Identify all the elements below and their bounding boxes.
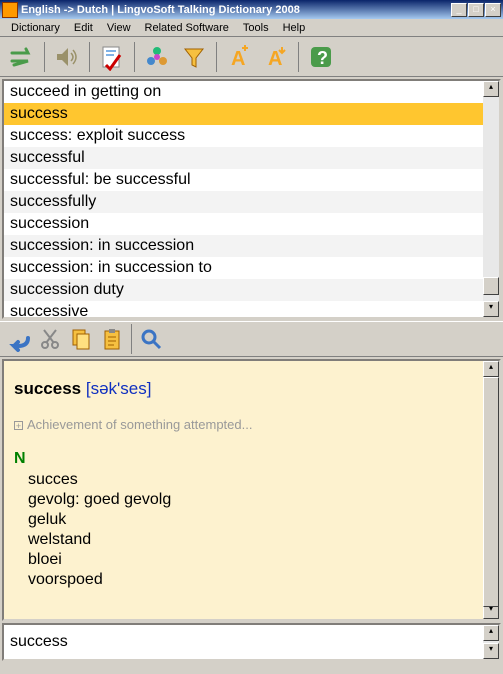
translation: bloei (28, 550, 473, 570)
title-bar: English -> Dutch | LingvoSoft Talking Di… (0, 0, 503, 19)
scroll-up-button[interactable]: ▴ (483, 81, 499, 97)
wordlist[interactable]: succeed in getting on success success: e… (4, 81, 483, 317)
wordlist-item[interactable]: successive (4, 301, 483, 317)
back-button[interactable] (4, 324, 34, 354)
wordlist-item[interactable]: succession: in succession (4, 235, 483, 257)
minimize-button[interactable]: _ (451, 3, 467, 17)
search-button[interactable] (136, 324, 166, 354)
headword: success (14, 379, 81, 398)
synonyms-icon (143, 43, 171, 71)
filter-button[interactable] (176, 40, 212, 74)
reverse-icon (8, 43, 36, 71)
scroll-track[interactable] (483, 377, 499, 603)
search-input[interactable] (4, 625, 483, 659)
menu-bar: Dictionary Edit View Related Software To… (0, 19, 503, 37)
back-arrow-icon (6, 326, 32, 352)
scroll-down-button[interactable]: ▾ (483, 301, 499, 317)
window-buttons: _ □ × (451, 3, 501, 17)
edit-toolbar (0, 321, 503, 357)
wordlist-item[interactable]: successfully (4, 191, 483, 213)
scroll-up-button[interactable]: ▴ (483, 361, 499, 377)
translation: succes (28, 470, 473, 490)
wordlist-item[interactable]: succession duty (4, 279, 483, 301)
copy-button[interactable] (66, 324, 96, 354)
svg-text:A: A (231, 48, 245, 70)
scroll-track[interactable] (483, 97, 499, 301)
copy-icon (69, 327, 93, 351)
fontsize-a-button[interactable]: A (221, 40, 257, 74)
wordlist-item[interactable]: successful (4, 147, 483, 169)
svg-text:?: ? (317, 48, 328, 68)
translation: gevolg: goed gevolg (28, 490, 473, 510)
maximize-button[interactable]: □ (468, 3, 484, 17)
definition-panel: success [sək'ses] + Achievement of someth… (2, 359, 501, 621)
paste-button[interactable] (97, 324, 127, 354)
wordlist-item[interactable]: succeed in getting on (4, 81, 483, 103)
wordlist-item[interactable]: success: exploit success (4, 125, 483, 147)
gloss-text: Achievement of something attempted... (27, 417, 252, 432)
menu-dictionary[interactable]: Dictionary (4, 21, 67, 35)
main-toolbar: A A ? (0, 37, 503, 77)
menu-related-software[interactable]: Related Software (138, 21, 236, 35)
app-icon (2, 2, 18, 18)
magnifier-icon (139, 327, 163, 351)
reverse-button[interactable] (4, 40, 40, 74)
toolbar-separator (89, 42, 90, 72)
close-button[interactable]: × (485, 3, 501, 17)
help-button[interactable]: ? (303, 40, 339, 74)
search-scrollbar[interactable]: ▴ ▾ (483, 625, 499, 659)
menu-edit[interactable]: Edit (67, 21, 100, 35)
speaker-icon (53, 43, 81, 71)
scroll-down-button[interactable]: ▾ (483, 643, 499, 659)
part-of-speech: N (14, 450, 473, 468)
wordlist-item[interactable]: succession (4, 213, 483, 235)
translation: voorspoed (28, 570, 473, 590)
toolbar-separator (216, 42, 217, 72)
menu-help[interactable]: Help (276, 21, 313, 35)
translation: welstand (28, 530, 473, 550)
font-decrease-icon: A (262, 43, 290, 71)
search-panel: ▴ ▾ (2, 623, 501, 661)
spellcheck-button[interactable] (94, 40, 130, 74)
wordlist-panel: succeed in getting on success success: e… (2, 79, 501, 319)
scroll-thumb[interactable] (483, 377, 499, 607)
definition-content: success [sək'ses] + Achievement of someth… (4, 361, 483, 619)
definition-gloss: + Achievement of something attempted... (14, 417, 473, 432)
help-icon: ? (307, 43, 335, 71)
scroll-up-button[interactable]: ▴ (483, 625, 499, 641)
spellcheck-icon (98, 43, 126, 71)
paste-icon (100, 327, 124, 351)
pronunciation: [sək'ses] (86, 379, 152, 398)
definition-scrollbar[interactable]: ▴ ▾ (483, 361, 499, 619)
funnel-icon (180, 43, 208, 71)
scroll-track[interactable] (483, 641, 499, 643)
speak-button[interactable] (49, 40, 85, 74)
translation: geluk (28, 510, 473, 530)
cut-button[interactable] (35, 324, 65, 354)
toolbar-separator (134, 42, 135, 72)
wordlist-item[interactable]: successful: be successful (4, 169, 483, 191)
fontsize-b-button[interactable]: A (258, 40, 294, 74)
window-title: English -> Dutch | LingvoSoft Talking Di… (21, 4, 451, 16)
wordlist-item[interactable]: succession: in succession to (4, 257, 483, 279)
toolbar-separator (131, 324, 132, 354)
menu-view[interactable]: View (100, 21, 138, 35)
scroll-thumb[interactable] (483, 277, 499, 295)
wordlist-scrollbar[interactable]: ▴ ▾ (483, 81, 499, 317)
menu-tools[interactable]: Tools (236, 21, 276, 35)
scissors-icon (38, 327, 62, 351)
toolbar-separator (44, 42, 45, 72)
expand-gloss-icon[interactable]: + (14, 421, 23, 430)
definition-heading: success [sək'ses] (14, 379, 473, 399)
synonyms-button[interactable] (139, 40, 175, 74)
font-increase-icon: A (225, 43, 253, 71)
wordlist-item-selected[interactable]: success (4, 103, 483, 125)
toolbar-separator (298, 42, 299, 72)
